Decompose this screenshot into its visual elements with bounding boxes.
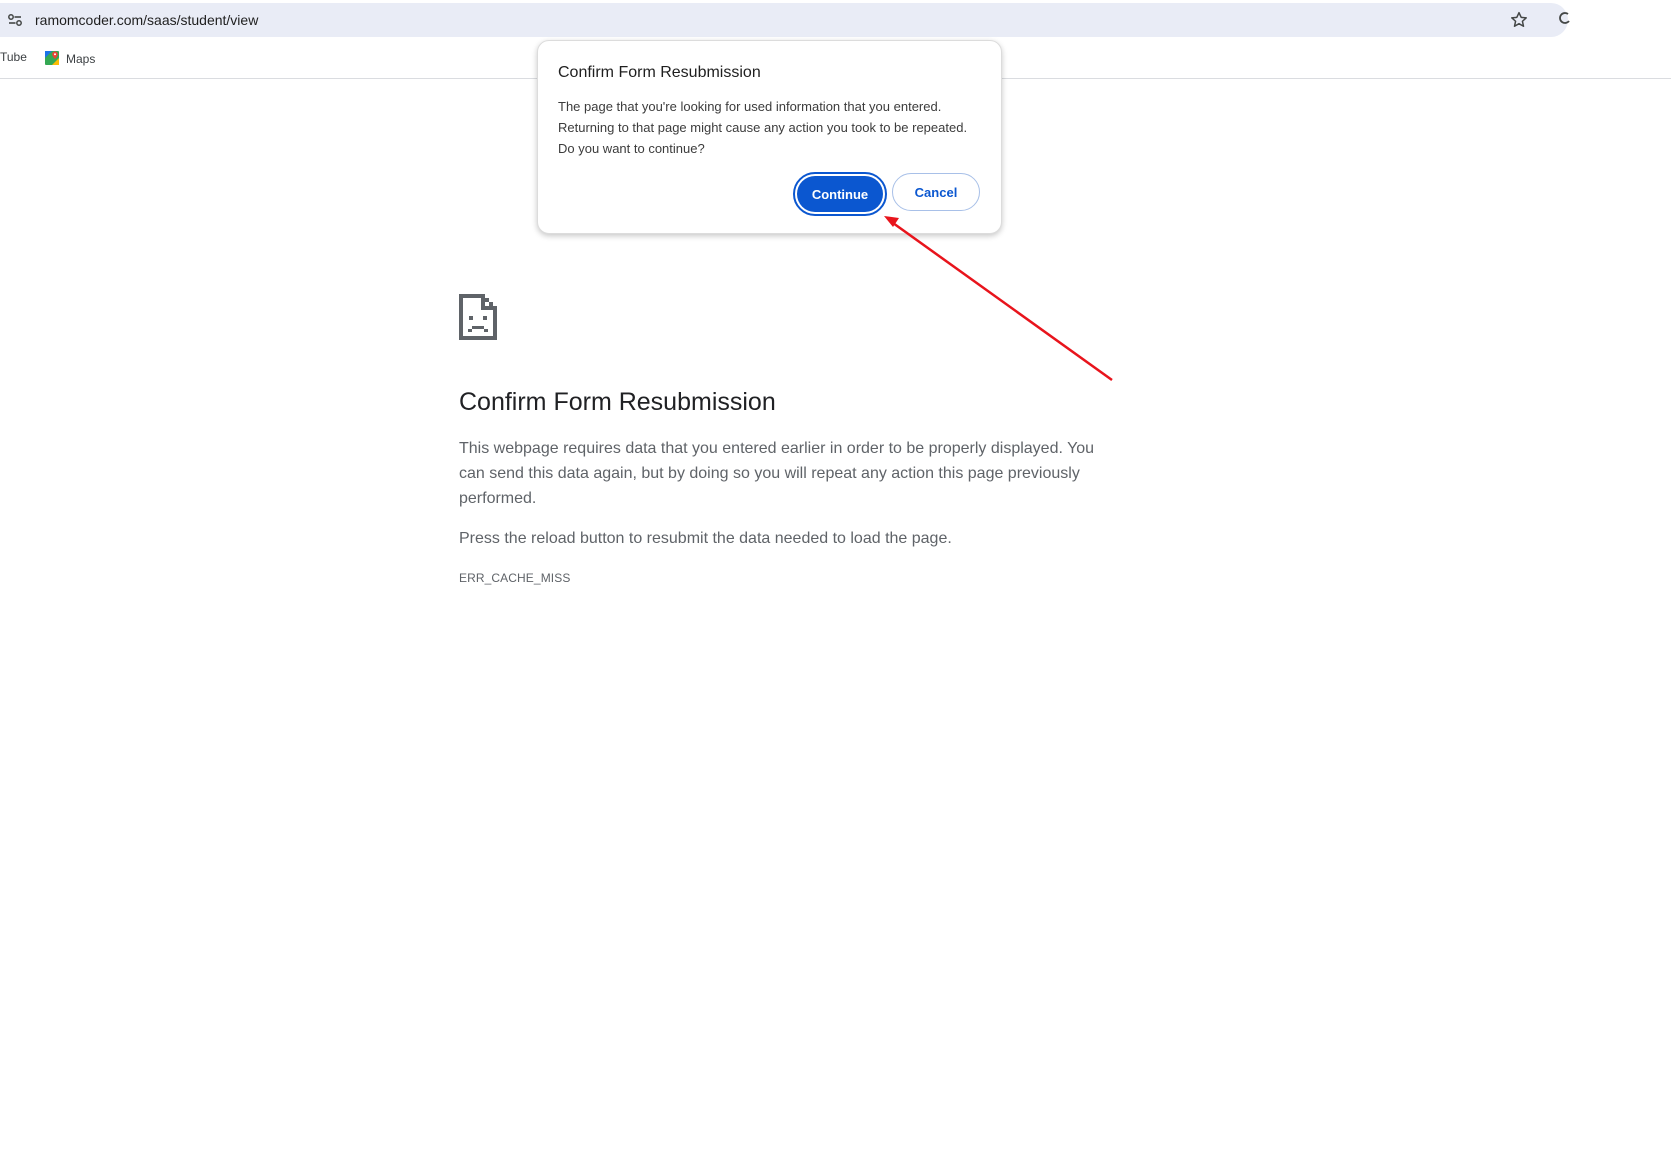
sad-document-icon (459, 294, 497, 340)
bookmark-star-icon[interactable] (1509, 10, 1529, 30)
extension-icon[interactable] (1558, 10, 1572, 28)
continue-button[interactable]: Continue (793, 172, 887, 216)
bookmark-youtube[interactable]: Tube (0, 50, 27, 64)
address-bar[interactable]: ramomcoder.com/saas/student/view (0, 3, 1568, 37)
bookmark-maps[interactable]: Maps (44, 50, 95, 66)
continue-button-label: Continue (797, 176, 883, 212)
resubmission-dialog: Confirm Form Resubmission The page that … (537, 40, 1002, 234)
error-description: This webpage requires data that you ente… (459, 440, 1095, 507)
bookmark-label: Tube (0, 50, 27, 64)
bookmark-label: Maps (66, 52, 96, 66)
error-hint: Press the reload button to resubmit the … (459, 530, 952, 547)
dialog-title: Confirm Form Resubmission (558, 64, 761, 81)
error-code: ERR_CACHE_MISS (459, 571, 571, 585)
site-info-icon[interactable] (6, 11, 24, 29)
error-title: Confirm Form Resubmission (459, 388, 776, 416)
google-maps-icon (45, 51, 59, 65)
cancel-button[interactable]: Cancel (892, 173, 980, 211)
dialog-message: The page that you're looking for used in… (558, 99, 968, 156)
url-text[interactable]: ramomcoder.com/saas/student/view (35, 12, 258, 28)
annotation-arrow-line (892, 221, 1113, 382)
